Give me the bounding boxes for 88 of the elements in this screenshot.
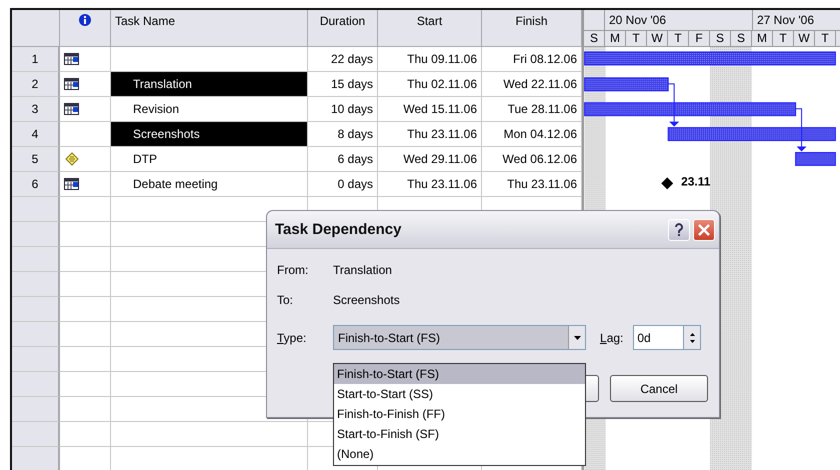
timescale-day: F [689,31,710,46]
row-header [12,372,60,397]
row-header [12,197,60,222]
row-number: 6 [12,172,60,197]
row-header [12,272,60,297]
table-cell: 6 days [308,147,378,172]
to-value: Screenshots [333,293,401,307]
table-cell [60,422,111,447]
dropdown-option[interactable]: Finish-to-Start (FS) [334,364,585,384]
calendar-icon [64,53,79,65]
help-button[interactable] [668,218,690,240]
row-header [12,247,60,272]
column-header[interactable]: Task Name [111,10,308,47]
calendar-icon [64,78,79,90]
milestone-icon[interactable] [661,177,674,190]
type-label: Type: [277,330,308,344]
row-number: 4 [12,122,60,147]
timescale-day: S [584,31,605,46]
spinner-button[interactable] [683,325,702,350]
table-cell: Thu 23.11.06 [378,172,482,197]
dependency-arrow [795,108,807,152]
table-cell: 15 days [308,72,378,97]
calendar-icon [64,103,79,115]
timescale-week: 27 Nov '06 [753,10,840,30]
timescale-day: T [773,31,794,46]
column-header[interactable]: Duration [308,10,378,47]
table-cell: Screenshots [111,122,308,147]
dependency-arrow [668,83,680,127]
table-cell: Wed 29.11.06 [378,147,482,172]
table-cell [60,397,111,422]
row-header [12,222,60,247]
timescale-day: T [626,31,647,46]
timescale-day: T [815,31,836,46]
task-bar[interactable] [584,102,796,116]
table-cell: Wed 15.11.06 [378,97,482,122]
lag-label: Lag: [600,330,624,344]
calendar-icon [64,178,79,190]
timescale-day: W [794,31,815,46]
table-cell: Thu 23.11.06 [378,122,482,147]
timescale-day: S [731,31,752,46]
column-header[interactable]: Start [378,10,482,47]
task-bar[interactable] [668,127,836,142]
table-cell: DTP [111,147,308,172]
lag-field[interactable]: 0d [633,325,684,350]
milestone-label: 23.11 [681,174,710,188]
column-header[interactable]: Finish [482,10,582,47]
column-header[interactable] [60,10,111,47]
dropdown-arrow-icon [574,336,580,340]
info-icon [79,14,91,26]
from-value: Translation [333,263,393,277]
row-number: 1 [12,47,60,72]
row-number: 3 [12,97,60,122]
table-cell: Revision [111,97,308,122]
row-number: 5 [12,147,60,172]
row-number: 2 [12,72,60,97]
timescale-day: M [752,31,773,46]
cancel-button[interactable]: Cancel [610,375,708,402]
type-dropdown[interactable]: Finish-to-Start (FS) [333,325,586,350]
row-header [12,322,60,347]
row-header [12,347,60,372]
close-icon [698,224,710,236]
timescale-day: T [668,31,689,46]
table-cell: 10 days [308,97,378,122]
table-cell: 8 days [308,122,378,147]
close-button[interactable] [693,218,715,240]
spinner-arrows-icon [690,332,695,342]
timescale-day: M [605,31,626,46]
task-bar[interactable] [584,51,836,66]
table-cell: Thu 09.11.06 [378,47,482,72]
question-icon [674,222,684,236]
timescale-week: 20 Nov '06 [605,10,753,30]
timescale-day: W [647,31,668,46]
table-cell: Translation [111,72,308,97]
row-header [12,422,60,447]
table-cell: Thu 02.11.06 [378,72,482,97]
table-cell: 0 days [308,172,378,197]
table-cell: Debate meeting [111,172,308,197]
to-label: To: [277,293,294,307]
corner-cell [12,10,60,47]
row-header [12,297,60,322]
row-header [12,447,60,470]
timescale-day: S [710,31,731,46]
dialog-title: Task Dependency [275,221,402,238]
table-cell: 22 days [308,47,378,72]
task-bar[interactable] [584,77,669,92]
row-header [12,397,60,422]
from-label: From: [277,263,310,277]
note-icon [64,151,80,167]
